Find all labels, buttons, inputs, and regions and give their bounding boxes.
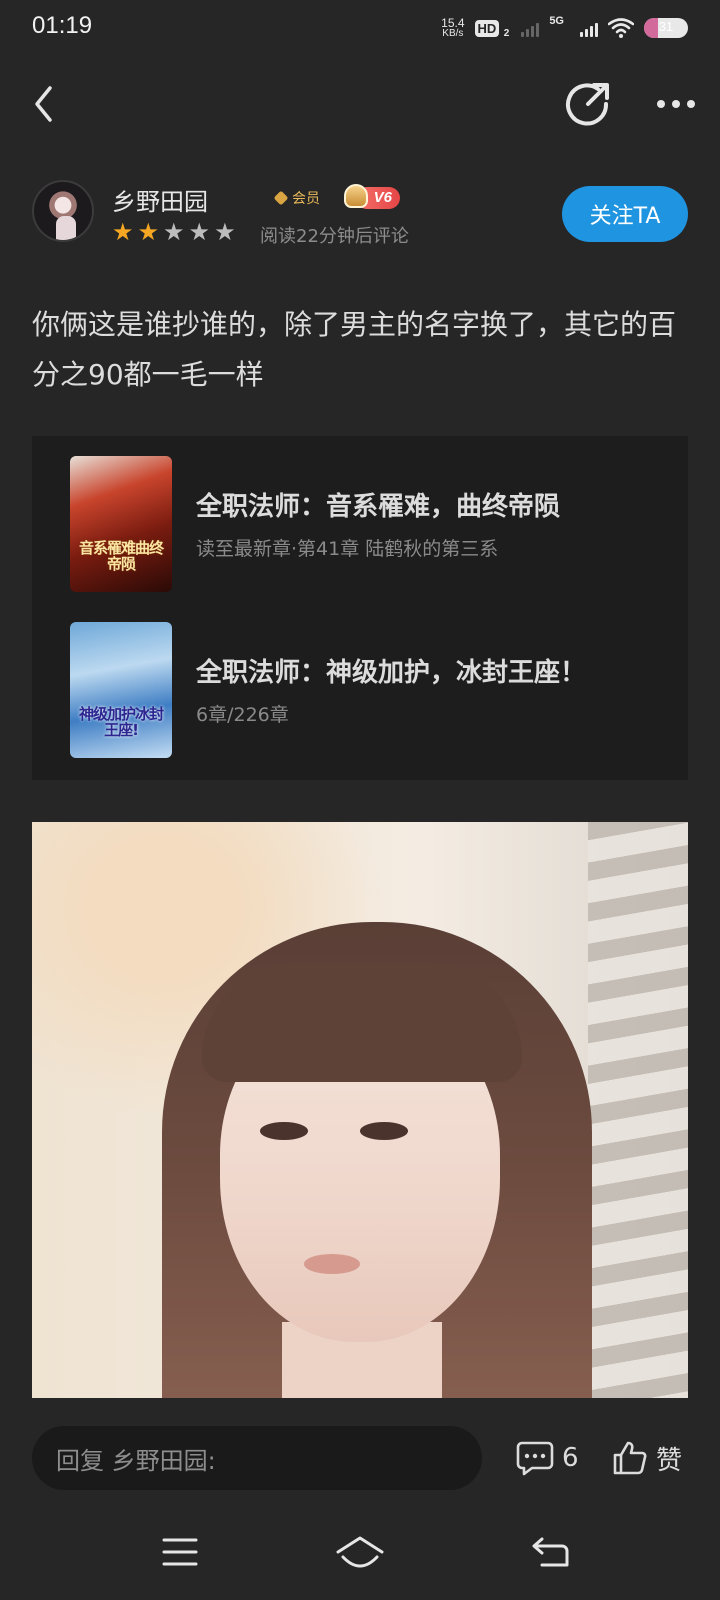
book-cover: 音系罹难曲终帝陨 xyxy=(70,456,172,592)
signal-sim2-icon xyxy=(580,19,598,37)
hd-voice-icon: HD 2 xyxy=(474,19,509,39)
battery-icon: 31 xyxy=(644,18,688,38)
like-button[interactable]: 赞 xyxy=(612,1428,682,1488)
share-icon[interactable] xyxy=(556,72,620,136)
star-icon: ★ xyxy=(163,218,185,246)
book-cover: 神级加护冰封王座! xyxy=(70,622,172,758)
star-icon: ★ xyxy=(137,218,160,246)
rating-stars: ★ ★ ★ ★ ★ xyxy=(112,220,236,244)
level-badge: V6 xyxy=(344,184,400,210)
follow-button[interactable]: 关注TA xyxy=(562,186,688,242)
network-type: 5G xyxy=(549,15,564,27)
wifi-icon xyxy=(608,18,634,38)
star-icon: ★ xyxy=(214,218,236,246)
back-nav-icon[interactable] xyxy=(520,1522,580,1582)
book-list: 音系罹难曲终帝陨 全职法师：音系罹难，曲终帝陨 读至最新章·第41章 陆鹤秋的第… xyxy=(32,436,688,780)
comment-image[interactable] xyxy=(32,822,688,1398)
book-title: 全职法师：神级加护，冰封王座！ xyxy=(196,658,587,688)
level-cup-icon xyxy=(344,184,368,208)
avatar[interactable] xyxy=(32,180,94,242)
thumbs-up-icon xyxy=(613,1441,647,1475)
comments-button[interactable]: 6 xyxy=(516,1428,579,1488)
top-nav xyxy=(0,72,720,136)
status-icons: 15.4 KB/s HD 2 5G 31 xyxy=(441,14,688,42)
vip-badge: 会员 xyxy=(273,186,320,210)
comment-icon xyxy=(516,1441,554,1476)
back-icon[interactable] xyxy=(12,72,76,136)
home-icon[interactable] xyxy=(330,1522,390,1582)
comment-author: 乡野田园 会员 V6 ★ ★ ★ ★ ★ 阅读22分钟后评论 关注TA xyxy=(32,180,688,247)
status-bar: 01:19 15.4 KB/s HD 2 5G 31 xyxy=(0,0,720,56)
book-title: 全职法师：音系罹难，曲终帝陨 xyxy=(196,492,561,522)
author-name[interactable]: 乡野田园 xyxy=(112,182,208,217)
book-progress: 读至最新章·第41章 陆鹤秋的第三系 xyxy=(196,538,499,560)
book-item[interactable]: 音系罹难曲终帝陨 全职法师：音系罹难，曲终帝陨 读至最新章·第41章 陆鹤秋的第… xyxy=(70,456,670,592)
comment-count: 6 xyxy=(562,1443,579,1473)
more-icon[interactable] xyxy=(644,72,708,136)
reply-bar: 回复 乡野田园: 6 赞 xyxy=(0,1398,720,1502)
like-label: 赞 xyxy=(656,1445,683,1476)
status-time: 01:19 xyxy=(32,12,93,39)
menu-icon[interactable] xyxy=(150,1522,210,1582)
reply-input[interactable]: 回复 乡野田园: xyxy=(32,1426,482,1490)
signal-sim1-icon xyxy=(521,19,540,37)
system-nav-bar xyxy=(0,1502,720,1600)
star-icon: ★ xyxy=(188,218,211,246)
book-progress: 6章/226章 xyxy=(196,704,289,726)
comment-text: 你俩这是谁抄谁的，除了男主的名字换了，其它的百分之90都一毛一样 xyxy=(32,308,677,391)
vip-icon xyxy=(273,190,289,206)
book-item[interactable]: 神级加护冰封王座! 全职法师：神级加护，冰封王座！ 6章/226章 xyxy=(70,622,670,758)
network-speed: 15.4 KB/s xyxy=(441,16,465,39)
rating-note: 阅读22分钟后评论 xyxy=(260,226,409,247)
star-icon: ★ xyxy=(112,218,134,246)
